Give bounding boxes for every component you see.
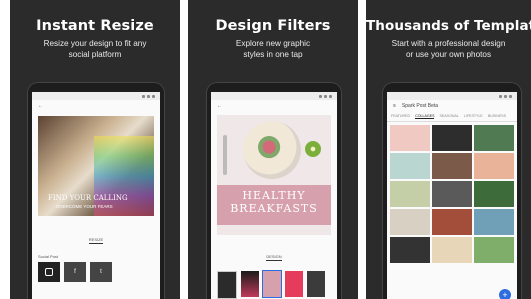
phone-frame: ← FIND YOUR CALLING OVERCOME YOUR FEARS … — [27, 82, 165, 299]
design-title-2: BREAKFASTS — [230, 202, 318, 215]
phone-screen: ← HEALTHY BREAKFASTS DESIGN — [211, 92, 337, 299]
app-title: Spark Post Beta — [401, 103, 439, 109]
design-title-1: HEALTHY — [242, 189, 306, 202]
plate-image — [243, 121, 301, 179]
kiwi-image — [305, 141, 321, 157]
subtitle-line: social platform — [68, 49, 122, 59]
wifi-icon — [504, 94, 507, 98]
wifi-icon — [324, 94, 327, 98]
template-tile[interactable] — [474, 237, 514, 263]
panel-subtitle: Explore new graphic styles in one tap — [188, 39, 358, 60]
twitter-icon: t — [100, 269, 102, 275]
format-options: f t — [38, 262, 160, 282]
tab-lifestyle[interactable]: LIFESTYLE — [464, 114, 483, 119]
tab-collages[interactable]: COLLAGES — [415, 114, 435, 119]
menu-icon[interactable]: ≡ — [393, 103, 396, 109]
panel-title: Design Filters — [215, 18, 331, 34]
format-option-twitter[interactable]: t — [90, 262, 112, 282]
category-tabs: FEATURED COLLAGES SEASONAL LIFESTYLE BUS… — [387, 112, 517, 122]
design-preview[interactable]: HEALTHY BREAKFASTS — [217, 115, 331, 235]
overlay-text-2: OVERCOME YOUR FEARS — [56, 204, 113, 209]
filter-thumb[interactable] — [307, 271, 325, 297]
app-toolbar: ← — [211, 100, 337, 112]
template-tile[interactable] — [390, 153, 430, 179]
template-tile[interactable] — [474, 125, 514, 151]
template-tile[interactable] — [474, 153, 514, 179]
phone-screen: ← FIND YOUR CALLING OVERCOME YOUR FEARS … — [32, 92, 160, 299]
tab-label: RESIZE — [88, 237, 104, 244]
tab-resize[interactable]: RESIZE — [32, 228, 160, 246]
tab-business[interactable]: BUSINESS — [488, 114, 506, 119]
panel-templates: Thousands of Templates Start with a prof… — [366, 0, 531, 299]
signal-icon — [142, 94, 145, 98]
template-tile[interactable] — [432, 209, 472, 235]
spoon-image — [223, 135, 227, 175]
battery-icon — [329, 94, 332, 98]
phone-frame: ← HEALTHY BREAKFASTS DESIGN — [206, 82, 342, 299]
filter-thumb[interactable] — [285, 271, 303, 297]
tab-featured[interactable]: FEATURED — [391, 114, 410, 119]
subtitle-line: Resize your design to fit any — [43, 39, 147, 48]
template-tile[interactable] — [432, 153, 472, 179]
filter-thumb[interactable] — [217, 271, 237, 299]
section-label: Social Post — [38, 254, 59, 259]
overlay-text-1: FIND YOUR CALLING — [48, 194, 128, 202]
template-tile[interactable] — [432, 125, 472, 151]
signal-icon — [319, 94, 322, 98]
add-fab[interactable]: + — [499, 289, 511, 299]
title-banner: HEALTHY BREAKFASTS — [217, 185, 331, 225]
template-tile[interactable] — [432, 237, 472, 263]
filter-thumb[interactable] — [241, 271, 259, 297]
subtitle-line: Start with a professional design — [391, 39, 506, 48]
template-grid — [387, 122, 517, 266]
plus-icon: + — [502, 290, 508, 299]
subtitle-line: Explore new graphic — [235, 39, 311, 48]
template-tile[interactable] — [390, 181, 430, 207]
tab-seasonal[interactable]: SEASONAL — [439, 114, 458, 119]
template-tile[interactable] — [432, 181, 472, 207]
format-option-facebook[interactable]: f — [64, 262, 86, 282]
wifi-icon — [147, 94, 150, 98]
battery-icon — [509, 94, 512, 98]
template-tile[interactable] — [390, 209, 430, 235]
subtitle-line: styles in one tap — [243, 49, 303, 59]
app-toolbar: ← — [32, 100, 160, 112]
back-arrow-icon[interactable]: ← — [38, 103, 43, 109]
status-bar — [387, 92, 517, 100]
panel-title: Instant Resize — [36, 18, 154, 34]
tab-design[interactable]: DESIGN — [211, 245, 337, 263]
panel-instant-resize: Instant Resize Resize your design to fit… — [10, 0, 180, 299]
status-bar — [32, 92, 160, 100]
panel-design-filters: Design Filters Explore new graphic style… — [188, 0, 358, 299]
tab-label: DESIGN — [266, 254, 282, 261]
back-arrow-icon[interactable]: ← — [217, 103, 222, 109]
subtitle-line: or use your own photos — [405, 49, 492, 59]
phone-screen: ≡ Spark Post Beta FEATURED COLLAGES SEAS… — [387, 92, 517, 299]
template-tile[interactable] — [474, 209, 514, 235]
panel-subtitle: Start with a professional design or use … — [366, 39, 531, 60]
format-option-instagram[interactable] — [38, 262, 60, 282]
battery-icon — [152, 94, 155, 98]
filter-thumbnails — [217, 270, 337, 299]
template-tile[interactable] — [474, 181, 514, 207]
app-toolbar: ≡ Spark Post Beta — [387, 100, 517, 112]
signal-icon — [499, 94, 502, 98]
phone-frame: ≡ Spark Post Beta FEATURED COLLAGES SEAS… — [382, 82, 522, 299]
template-tile[interactable] — [390, 237, 430, 263]
facebook-icon: f — [74, 269, 76, 275]
template-tile[interactable] — [390, 125, 430, 151]
instagram-icon — [45, 268, 53, 276]
preview-image[interactable]: FIND YOUR CALLING OVERCOME YOUR FEARS — [38, 116, 154, 216]
filter-thumb-selected[interactable] — [262, 270, 282, 298]
panel-subtitle: Resize your design to fit any social pla… — [10, 39, 180, 60]
panel-title: Thousands of Templates — [366, 18, 531, 34]
status-bar — [211, 92, 337, 100]
